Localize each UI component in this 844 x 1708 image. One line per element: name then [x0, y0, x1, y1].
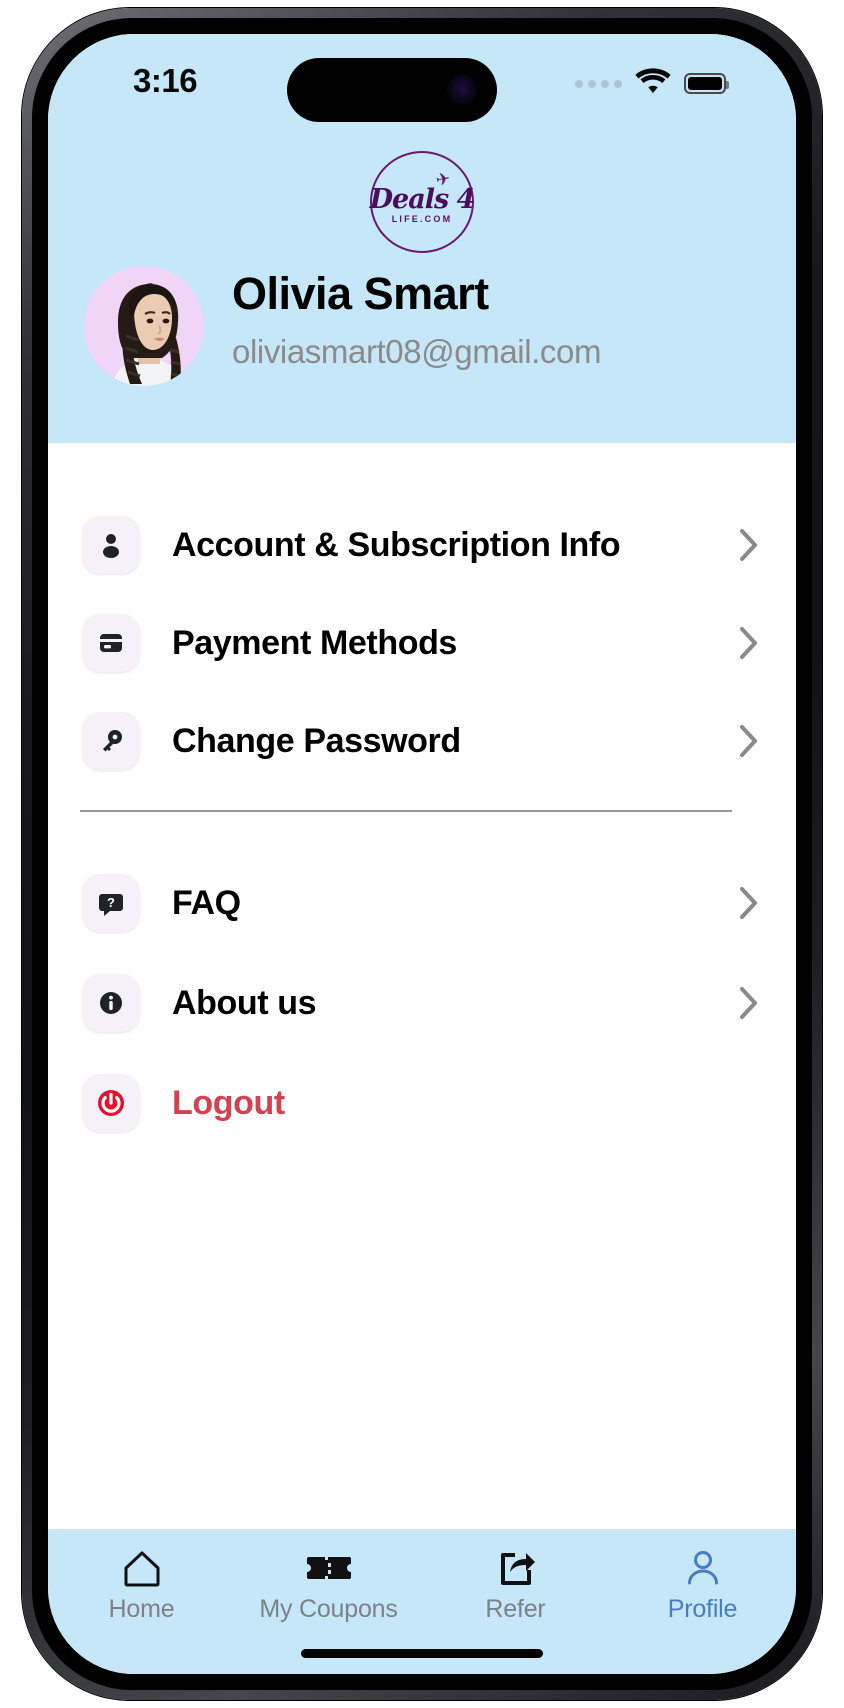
header-section: 3:16 ✈ Deals 4 LIFE.COM Olivia Smart oli…	[48, 34, 796, 443]
avatar[interactable]	[84, 266, 204, 386]
airplane-icon: ✈	[434, 168, 452, 191]
key-icon	[82, 712, 140, 770]
logo-domain: LIFE.COM	[391, 214, 453, 224]
chevron-right-icon	[738, 985, 760, 1021]
menu-item-account-subscription[interactable]: Account & Subscription Info	[48, 509, 796, 581]
profile-header: Olivia Smart oliviasmart08@gmail.com	[48, 266, 796, 411]
tab-home[interactable]: Home	[48, 1547, 235, 1624]
tab-profile[interactable]: Profile	[609, 1547, 796, 1624]
svg-text:?: ?	[107, 895, 115, 910]
status-indicators	[575, 68, 729, 99]
chevron-right-icon	[738, 625, 760, 661]
menu-item-label: Account & Subscription Info	[172, 525, 621, 564]
tab-label: My Coupons	[259, 1595, 398, 1623]
menu-item-payment-methods[interactable]: Payment Methods	[48, 607, 796, 679]
share-icon	[496, 1547, 536, 1589]
profile-name: Olivia Smart	[232, 268, 489, 319]
signal-dots-icon	[575, 79, 622, 88]
tab-label: Refer	[485, 1595, 546, 1623]
profile-email: oliviasmart08@gmail.com	[232, 333, 602, 371]
tab-refer[interactable]: Refer	[422, 1547, 609, 1624]
chevron-right-icon	[738, 723, 760, 759]
home-icon	[121, 1547, 163, 1589]
settings-menu: Account & Subscription Info Payment Meth…	[48, 443, 796, 1529]
person-outline-icon	[683, 1547, 723, 1589]
logo-circle: ✈ Deals 4 LIFE.COM	[369, 151, 476, 253]
question-bubble-icon: ?	[82, 874, 140, 932]
menu-item-about-us[interactable]: About us	[48, 967, 796, 1039]
menu-item-faq[interactable]: ? FAQ	[48, 867, 796, 939]
chevron-right-icon	[738, 885, 760, 921]
tab-my-coupons[interactable]: My Coupons	[235, 1547, 422, 1624]
battery-icon	[684, 73, 729, 94]
dynamic-island	[287, 58, 497, 122]
status-time: 3:16	[133, 62, 198, 99]
power-icon	[82, 1074, 140, 1132]
menu-item-label: Payment Methods	[172, 623, 457, 662]
section-divider	[80, 810, 732, 812]
person-icon	[82, 516, 140, 574]
credit-card-icon	[82, 614, 140, 672]
menu-item-change-password[interactable]: Change Password	[48, 705, 796, 777]
logo-wordmark: Deals 4	[369, 184, 476, 215]
menu-item-label: About us	[172, 983, 317, 1022]
profile-identity: Olivia Smart oliviasmart08@gmail.com	[232, 266, 601, 371]
front-camera-lens	[447, 75, 477, 105]
info-circle-icon	[82, 974, 140, 1032]
phone-screen: 3:16 ✈ Deals 4 LIFE.COM Olivia Smart oli…	[48, 34, 796, 1674]
wifi-icon	[635, 68, 671, 99]
ticket-icon	[306, 1547, 352, 1589]
tab-label: Profile	[667, 1595, 738, 1623]
menu-item-label: FAQ	[172, 883, 241, 922]
home-indicator[interactable]	[301, 1649, 543, 1658]
menu-item-logout[interactable]: Logout	[48, 1067, 796, 1139]
status-bar: 3:16	[48, 34, 796, 150]
chevron-right-icon	[738, 527, 760, 563]
tab-label: Home	[108, 1595, 175, 1623]
brand-logo: ✈ Deals 4 LIFE.COM	[48, 150, 796, 254]
menu-item-label: Logout	[172, 1083, 285, 1122]
menu-item-label: Change Password	[172, 721, 461, 760]
